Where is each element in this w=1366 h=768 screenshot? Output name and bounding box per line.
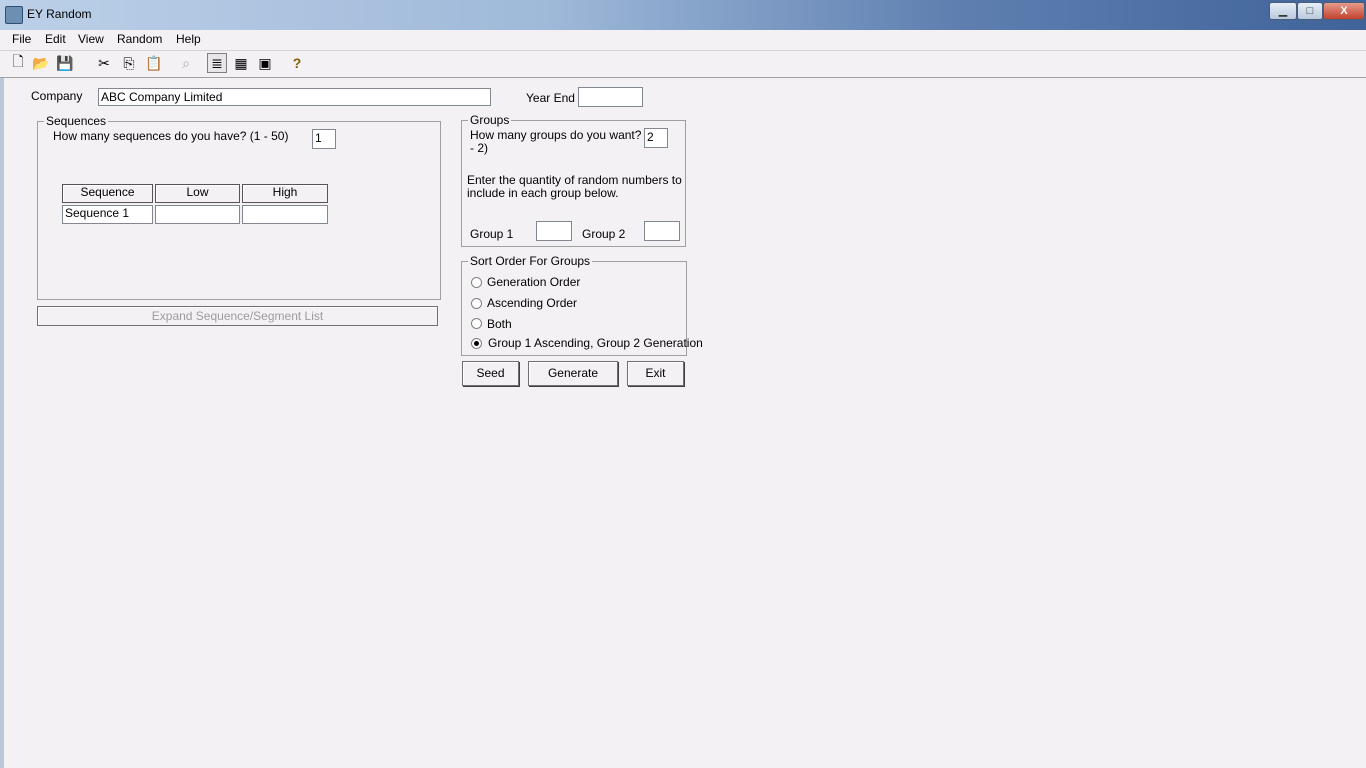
group2-field[interactable]	[644, 221, 680, 241]
app-icon[interactable]	[5, 6, 23, 24]
window-title: EY Random	[27, 7, 92, 21]
save-icon[interactable]: 💾	[55, 53, 75, 73]
group1-field[interactable]	[536, 221, 572, 241]
expand-sequence-button[interactable]: Expand Sequence/Segment List	[37, 306, 438, 326]
radio-group1-ascending-group2-generation-label[interactable]: Group 1 Ascending, Group 2 Generation	[488, 336, 703, 350]
radio-ascending-order-label[interactable]: Ascending Order	[487, 296, 577, 310]
new-icon[interactable]: 🗋	[8, 53, 28, 73]
group2-label: Group 2	[582, 227, 626, 241]
sort-order-group-title: Sort Order For Groups	[468, 254, 593, 268]
list-view-icon[interactable]: ≣	[207, 53, 227, 73]
close-button[interactable]: X	[1323, 2, 1365, 20]
sequences-question: How many sequences do you have? (1 - 50)	[53, 129, 289, 143]
paste-icon[interactable]: 📋	[144, 53, 164, 73]
find-icon[interactable]: ⌕	[176, 53, 196, 73]
help-icon[interactable]: ?	[287, 53, 307, 73]
radio-group1-ascending-group2-generation[interactable]	[471, 338, 482, 349]
radio-generation-order-label[interactable]: Generation Order	[487, 275, 580, 289]
groups-question-line1: How many groups do you want? (1	[470, 128, 656, 142]
menu-view[interactable]: View	[76, 32, 106, 46]
window-left-edge	[0, 78, 4, 768]
copy-icon[interactable]: ⎘	[119, 53, 139, 73]
groups-question-line2: - 2)	[470, 141, 488, 155]
group-count-field[interactable]: 2	[644, 128, 668, 148]
radio-generation-order[interactable]	[471, 277, 482, 288]
sequence-high-cell[interactable]	[242, 205, 328, 224]
groups-instruction-line2: include in each group below.	[467, 186, 619, 200]
menu-help[interactable]: Help	[174, 32, 203, 46]
seed-button[interactable]: Seed	[462, 361, 519, 386]
year-end-label: Year End	[526, 91, 575, 105]
title-bar: EY Random ▁ □ X	[0, 0, 1366, 30]
grid-view-icon[interactable]: ▦	[231, 53, 251, 73]
radio-ascending-order[interactable]	[471, 298, 482, 309]
radio-both-label[interactable]: Both	[487, 317, 512, 331]
column-header-low: Low	[155, 184, 240, 203]
company-label: Company	[31, 89, 83, 103]
sequence-count-field[interactable]: 1	[312, 129, 336, 149]
exit-button[interactable]: Exit	[627, 361, 684, 386]
generate-button[interactable]: Generate	[528, 361, 618, 386]
minimize-button[interactable]: ▁	[1269, 2, 1297, 20]
open-icon[interactable]: 📂	[31, 53, 51, 73]
toolbar: 🗋 📂 💾 ✂ ⎘ 📋 ⌕ ≣ ▦ ▣ ?	[0, 51, 1366, 78]
group1-label: Group 1	[470, 227, 514, 241]
cut-icon[interactable]: ✂	[94, 53, 114, 73]
sequence-low-cell[interactable]	[155, 205, 240, 224]
menu-edit[interactable]: Edit	[43, 32, 68, 46]
groups-group-title: Groups	[468, 113, 512, 127]
sequences-group-title: Sequences	[44, 114, 109, 128]
company-field[interactable]: ABC Company Limited	[98, 88, 491, 106]
sequence-name-cell[interactable]: Sequence 1	[62, 205, 153, 224]
menu-bar: File Edit View Random Help	[0, 30, 1366, 51]
menu-file[interactable]: File	[10, 32, 33, 46]
year-end-field[interactable]	[578, 87, 643, 107]
maximize-button[interactable]: □	[1297, 2, 1323, 20]
radio-both[interactable]	[471, 318, 482, 329]
column-header-high: High	[242, 184, 328, 203]
menu-random[interactable]: Random	[115, 32, 164, 46]
column-header-sequence: Sequence	[62, 184, 153, 203]
details-view-icon[interactable]: ▣	[255, 53, 275, 73]
groups-instruction-line1: Enter the quantity of random numbers to	[467, 173, 682, 187]
